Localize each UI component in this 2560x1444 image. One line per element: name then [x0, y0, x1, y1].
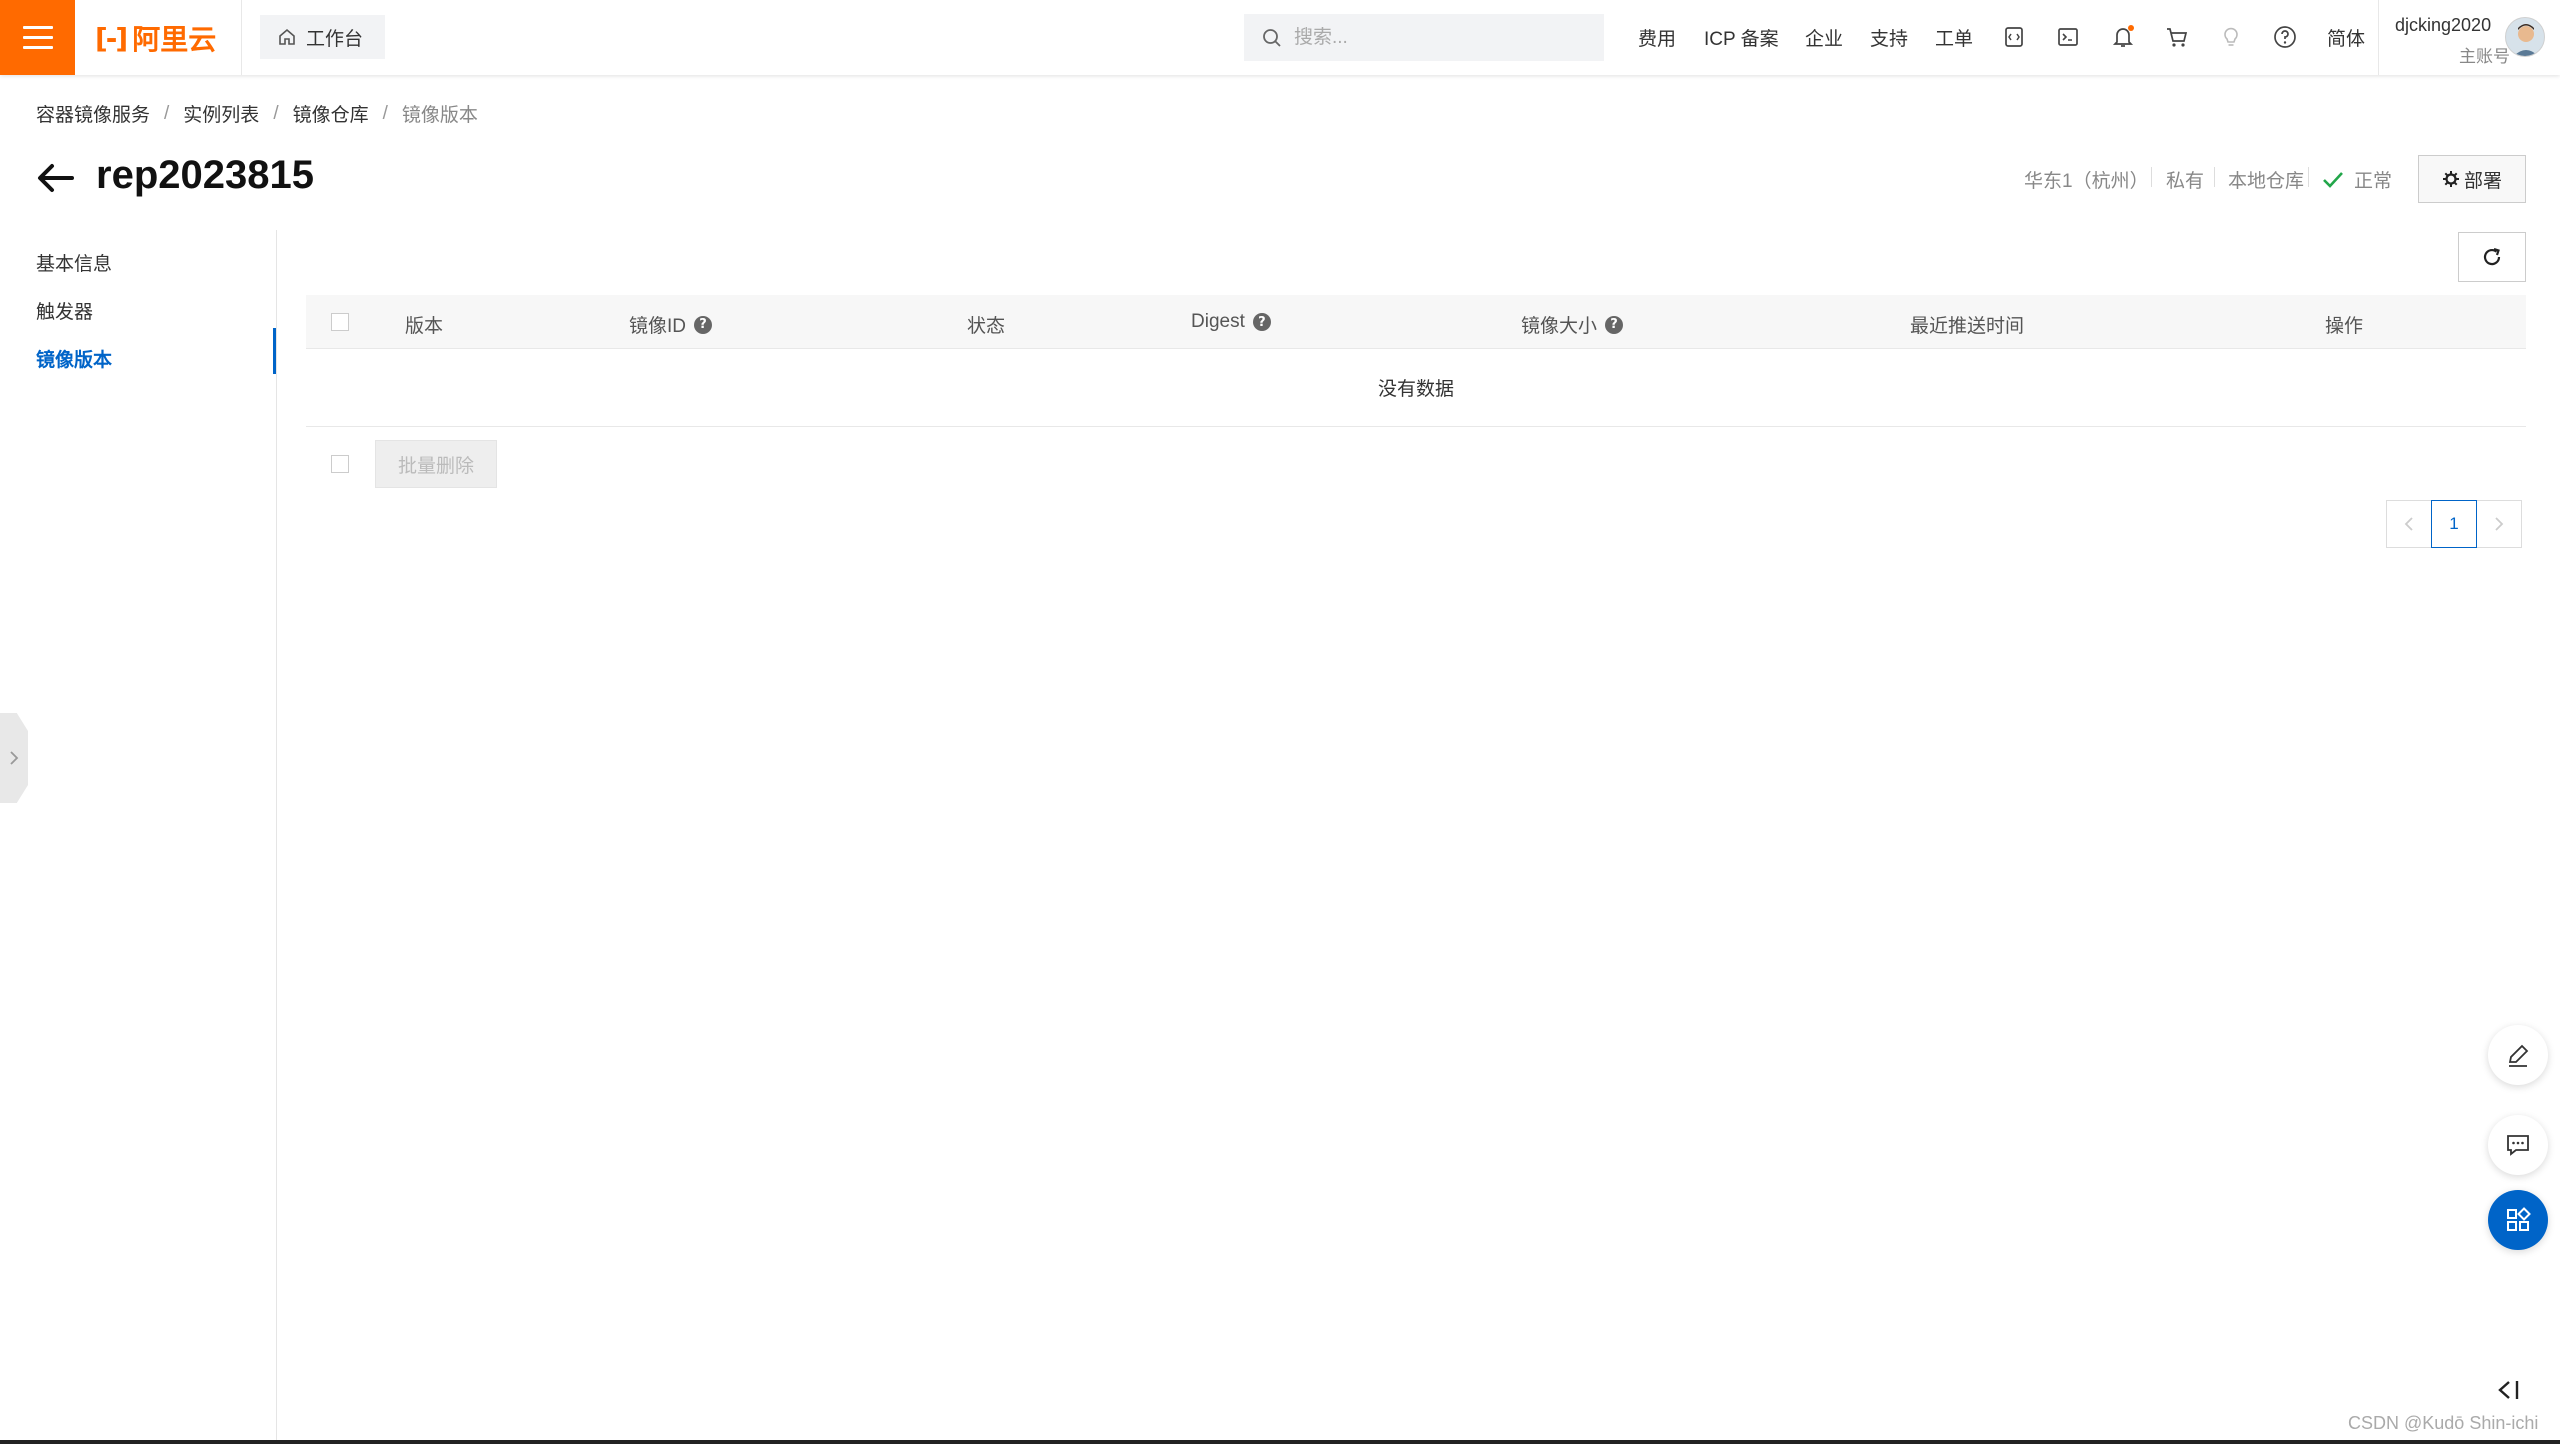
breadcrumb-item[interactable]: 实例列表 — [183, 100, 259, 127]
column-header-digest: Digest? — [1191, 311, 1271, 333]
watermark: CSDN @Kudō Shin-ichi — [2348, 1413, 2539, 1433]
bottom-border — [0, 1440, 2560, 1444]
nav-fee[interactable]: 费用 — [1638, 0, 1676, 75]
visibility-label: 私有 — [2166, 171, 2205, 192]
feedback-edit-button[interactable] — [2488, 1025, 2548, 1085]
column-label: 状态 — [967, 316, 1006, 337]
pagination-next-button[interactable] — [2476, 500, 2522, 548]
help-question-icon[interactable]: ? — [694, 315, 713, 334]
logo-mark-icon: [-] — [95, 21, 128, 55]
avatar[interactable] — [2505, 17, 2545, 57]
username: djcking2020 — [2395, 15, 2492, 35]
sidebar: 基本信息 触发器 镜像版本 — [0, 230, 277, 1444]
breadcrumb-current: 镜像版本 — [401, 105, 478, 126]
nav-enterprise[interactable]: 企业 — [1805, 0, 1843, 75]
region-label: 华东1（杭州） — [2024, 171, 2149, 192]
top-navigation-bar: [-] 阿里云 工作台 费用 ICP 备案 企业 支持 工单 简体 djckin… — [0, 0, 2560, 75]
nav-icp[interactable]: ICP 备案 — [1704, 0, 1779, 75]
status-badge: 正常 — [2322, 166, 2392, 193]
terminal-icon[interactable] — [2053, 22, 2083, 52]
refresh-button[interactable] — [2458, 232, 2526, 282]
home-icon — [279, 28, 295, 45]
breadcrumb-separator: / — [382, 102, 388, 124]
column-header-last-push-time: 最近推送时间 — [1910, 311, 2024, 338]
back-arrow-icon[interactable] — [36, 160, 76, 196]
column-label: 镜像ID — [629, 316, 687, 337]
cart-icon[interactable] — [2162, 22, 2192, 52]
refresh-icon — [2483, 247, 2501, 266]
sidebar-item-triggers[interactable]: 触发器 — [36, 297, 93, 324]
menu-line — [22, 36, 53, 39]
column-label: Digest — [1191, 311, 1245, 332]
breadcrumb: 容器镜像服务 / 实例列表 / 镜像仓库 / 镜像版本 — [36, 100, 478, 127]
help-icon[interactable] — [2270, 22, 2300, 52]
sidebar-item-basic-info[interactable]: 基本信息 — [36, 249, 112, 276]
table-header: 版本 镜像ID? 状态 Digest? 镜像大小? 最近推送时间 操作 — [306, 295, 2526, 349]
column-label: 镜像大小 — [1521, 316, 1598, 337]
divider — [2151, 167, 2152, 187]
column-label: 最近推送时间 — [1910, 316, 2025, 337]
chat-bubble-icon — [2507, 1135, 2529, 1156]
lightbulb-icon[interactable] — [2216, 22, 2246, 52]
logo-text: 阿里云 — [132, 24, 217, 55]
workbench-button[interactable]: 工作台 — [260, 15, 386, 59]
language-switch[interactable]: 简体 — [2327, 0, 2365, 75]
chevron-right-icon — [10, 751, 19, 765]
chevron-left-icon — [2404, 517, 2413, 531]
column-header-version: 版本 — [405, 311, 443, 338]
breadcrumb-separator: / — [164, 102, 170, 124]
cloud-shell-api-icon[interactable] — [1999, 22, 2029, 52]
column-label: 版本 — [405, 316, 444, 337]
hamburger-menu-button[interactable] — [0, 0, 75, 75]
chevron-right-icon — [2495, 517, 2504, 531]
breadcrumb-separator: / — [273, 102, 279, 124]
column-label: 操作 — [2325, 316, 2364, 337]
column-header-image-id: 镜像ID? — [629, 311, 713, 338]
chat-button[interactable] — [2488, 1115, 2548, 1175]
workbench-label: 工作台 — [306, 28, 364, 50]
batch-select-checkbox[interactable] — [331, 455, 349, 473]
status-text: 正常 — [2354, 171, 2393, 192]
column-header-image-size: 镜像大小? — [1521, 311, 1624, 338]
deploy-label: 部署 — [2463, 170, 2502, 192]
nav-ticket[interactable]: 工单 — [1935, 0, 1973, 75]
menu-line — [22, 46, 53, 49]
helm-icon — [2442, 171, 2459, 187]
column-header-status: 状态 — [967, 311, 1005, 338]
batch-delete-button[interactable]: 批量删除 — [375, 440, 497, 488]
search-box[interactable] — [1244, 14, 1604, 61]
search-icon — [1263, 28, 1281, 47]
divider — [241, 0, 242, 75]
menu-line — [22, 26, 53, 29]
table-empty-state: 没有数据 — [306, 349, 2526, 427]
sidebar-item-image-versions[interactable]: 镜像版本 — [36, 345, 112, 372]
bell-icon[interactable] — [2108, 22, 2138, 52]
breadcrumb-item[interactable]: 容器镜像服务 — [36, 100, 150, 127]
search-input[interactable] — [1294, 26, 1574, 49]
aliyun-logo[interactable]: [-] 阿里云 — [95, 20, 216, 56]
pen-icon — [2508, 1044, 2529, 1067]
divider — [2214, 167, 2215, 187]
deploy-button[interactable]: 部署 — [2418, 155, 2526, 203]
pagination-page[interactable]: 1 — [2431, 500, 2477, 548]
select-all-checkbox[interactable] — [331, 313, 349, 331]
account-role: 主账号 — [2459, 47, 2510, 66]
page-title: rep2023815 — [96, 153, 314, 197]
help-question-icon[interactable]: ? — [1252, 313, 1271, 331]
sidebar-expand-handle[interactable] — [0, 713, 28, 803]
help-question-icon[interactable]: ? — [1605, 315, 1624, 334]
pagination-prev-button[interactable] — [2386, 500, 2432, 548]
pagination: 1 — [2386, 500, 2522, 548]
column-header-actions: 操作 — [2325, 311, 2363, 338]
breadcrumb-item[interactable]: 镜像仓库 — [293, 100, 369, 127]
check-icon — [2323, 171, 2343, 188]
apps-grid-button[interactable] — [2488, 1190, 2548, 1250]
collapse-panel-icon[interactable] — [2494, 1375, 2524, 1405]
apps-grid-icon — [2507, 1207, 2531, 1231]
repo-type-label: 本地仓库 — [2228, 171, 2305, 192]
sidebar-active-indicator — [273, 328, 276, 374]
divider — [2308, 167, 2309, 187]
nav-support[interactable]: 支持 — [1870, 0, 1908, 75]
